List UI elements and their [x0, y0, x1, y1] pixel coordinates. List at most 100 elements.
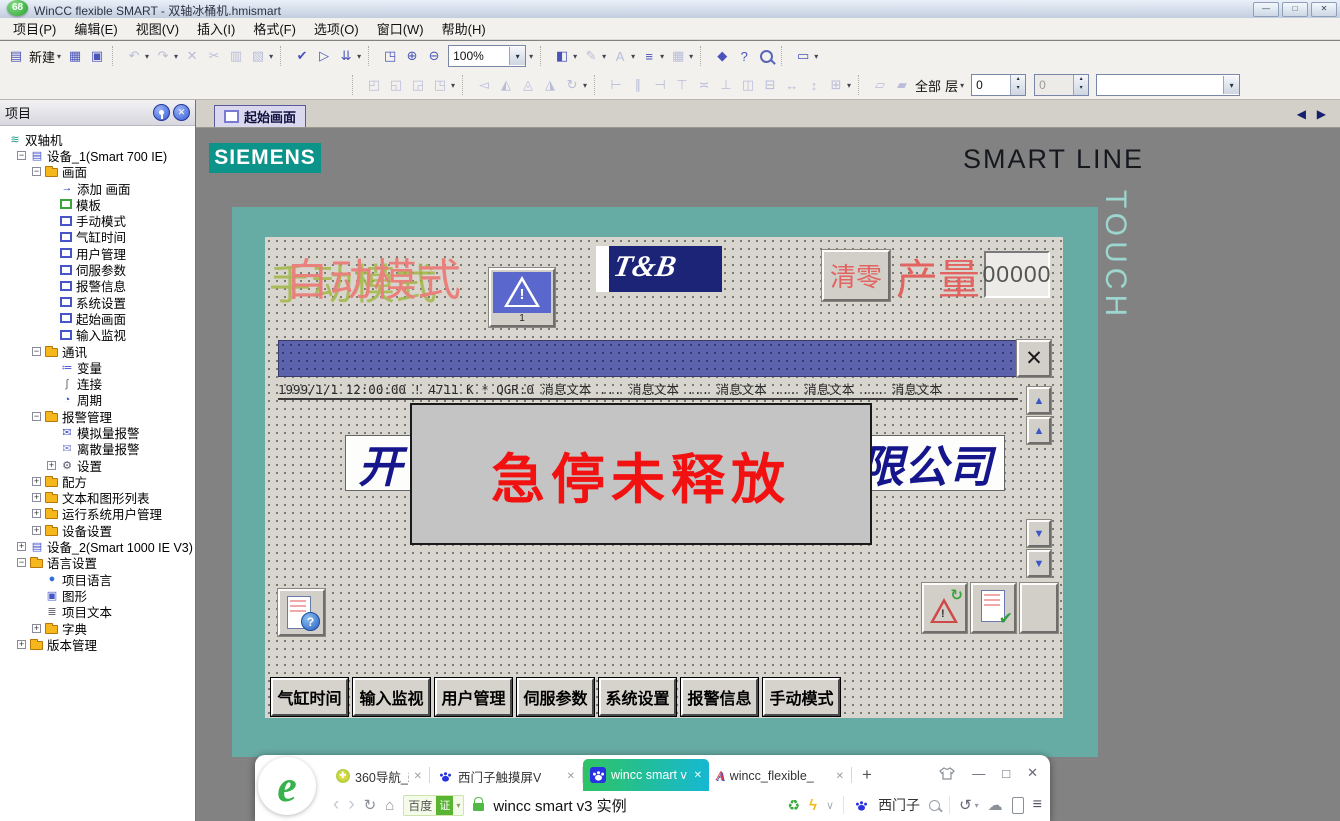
paste-dropdown-icon[interactable]: ▾ [269, 52, 273, 61]
screen-nav-button-2[interactable]: 用户管理 [435, 678, 512, 716]
flip-vertical-icon[interactable]: ◭ [496, 75, 516, 95]
refresh-icon[interactable]: ↻ [364, 796, 377, 814]
border-style-icon[interactable]: ▦ [668, 46, 688, 66]
collapse-icon[interactable]: − [32, 347, 41, 356]
move-layer-down-icon[interactable]: ▰ [892, 75, 912, 95]
screen-nav-button-4[interactable]: 系统设置 [599, 678, 676, 716]
rotate-right-icon[interactable]: ◮ [540, 75, 560, 95]
tree-item[interactable]: 系统设置 [0, 294, 195, 310]
alarm-edit-button[interactable] [1020, 583, 1058, 633]
zoom-level-combobox[interactable]: 100%▾ [448, 45, 526, 67]
flip-horizontal-icon[interactable]: ◅ [474, 75, 494, 95]
tree-item[interactable]: +▤设备_2(Smart 1000 IE V3) [0, 538, 195, 554]
align-middle-icon[interactable]: ≍ [694, 75, 714, 95]
tree-item[interactable]: +字典 [0, 620, 195, 636]
copy-icon[interactable]: ▥ [226, 46, 246, 66]
tree-item[interactable]: ∫连接 [0, 375, 195, 391]
font-color-icon[interactable]: A [610, 46, 630, 66]
alarm-acknowledge-button[interactable] [922, 583, 967, 633]
browser-menu-icon[interactable]: ≡ [1033, 796, 1042, 814]
help-book-icon[interactable]: ◆ [712, 46, 732, 66]
menu-item-0[interactable]: 项目(P) [4, 17, 65, 40]
browser-close-button[interactable]: ✕ [1027, 765, 1038, 781]
alarm-indicator-button[interactable]: 1 [489, 268, 555, 327]
speed-mode-icon[interactable]: ♻ [787, 797, 800, 814]
history-undo-icon[interactable]: ↺ [959, 796, 972, 814]
minimize-button[interactable]: — [1253, 2, 1279, 17]
screen-nav-button-6[interactable]: 手动模式 [763, 678, 840, 716]
tab-close-icon[interactable]: ✕ [414, 771, 422, 782]
align-center-horizontal-icon[interactable]: ∥ [628, 75, 648, 95]
search-magnifier-icon[interactable] [929, 800, 940, 811]
tab-close-icon[interactable]: ✕ [567, 771, 575, 782]
url-text[interactable]: wincc smart v3 实例 [493, 795, 626, 816]
browser-minimize-button[interactable]: — [972, 766, 985, 781]
tree-item[interactable]: −报警管理 [0, 408, 195, 424]
mobile-icon[interactable] [1012, 797, 1024, 814]
align-dropdown-icon[interactable]: ▾ [847, 81, 851, 90]
cut-icon[interactable]: ✂ [204, 46, 224, 66]
back-button[interactable]: ‹ [333, 795, 339, 815]
send-backward-icon[interactable]: ◳ [430, 75, 450, 95]
forward-button[interactable]: › [348, 795, 354, 815]
tree-item[interactable]: 用户管理 [0, 245, 195, 261]
expand-icon[interactable]: + [32, 493, 41, 502]
tree-item[interactable]: 手动模式 [0, 212, 195, 228]
browser-360-logo[interactable]: e [258, 757, 316, 815]
site-verify-badge[interactable]: 百度 证 ▾ [403, 795, 464, 816]
tree-item[interactable]: 输入监视 [0, 327, 195, 343]
window-layout-icon[interactable]: ▭ [793, 46, 813, 66]
alarm-help-button[interactable] [278, 589, 325, 636]
window-layout-dropdown-icon[interactable]: ▾ [814, 52, 818, 61]
undo-dropdown-icon[interactable]: ▾ [145, 52, 149, 61]
skin-icon[interactable] [939, 767, 955, 780]
undo-dropdown-icon[interactable]: ▾ [975, 801, 979, 810]
alarm-scroll-bottom-button[interactable]: ▼ [1027, 550, 1051, 577]
expand-icon[interactable]: + [32, 624, 41, 633]
search-input[interactable]: 西门子 [878, 795, 920, 815]
screen-nav-button-1[interactable]: 输入监视 [353, 678, 430, 716]
undo-icon[interactable]: ↶ [124, 46, 144, 66]
tree-item[interactable]: →添加 画面 [0, 180, 195, 196]
tree-item[interactable]: 气缸时间 [0, 229, 195, 245]
help-index-icon[interactable]: ? [734, 46, 754, 66]
align-top-icon[interactable]: ⊤ [672, 75, 692, 95]
tab-scroll-left-button[interactable]: ◀ [1297, 107, 1306, 121]
tree-item[interactable]: ✉离散量报警 [0, 441, 195, 457]
redo-dropdown-icon[interactable]: ▾ [174, 52, 178, 61]
zoom-area-icon[interactable]: ◳ [380, 46, 400, 66]
tree-item[interactable]: +⚙设置 [0, 457, 195, 473]
tree-item[interactable]: −画面 [0, 164, 195, 180]
expand-icon[interactable]: + [17, 640, 26, 649]
menu-item-2[interactable]: 视图(V) [127, 17, 188, 40]
screen-nav-button-3[interactable]: 伺服参数 [517, 678, 594, 716]
menu-item-6[interactable]: 窗口(W) [368, 17, 433, 40]
baidu-search-icon[interactable] [853, 797, 869, 813]
expand-icon[interactable]: + [32, 526, 41, 535]
new-project-dropdown-icon[interactable]: ▾ [57, 52, 61, 61]
transfer-dropdown-icon[interactable]: ▾ [357, 52, 361, 61]
tree-item[interactable]: −▤设备_1(Smart 700 IE) [0, 147, 195, 163]
fill-color-icon[interactable]: ◧ [552, 46, 572, 66]
paste-icon[interactable]: ▧ [248, 46, 268, 66]
delete-icon[interactable]: ✕ [182, 46, 202, 66]
panel-close-button[interactable]: ✕ [173, 104, 190, 121]
new-tab-button[interactable]: + [862, 765, 872, 785]
expand-icon[interactable]: ∨ [826, 799, 834, 812]
new-project-icon[interactable]: ▤ [6, 46, 26, 66]
tree-item[interactable]: 模板 [0, 196, 195, 212]
tree-item[interactable]: 伺服参数 [0, 261, 195, 277]
collapse-icon[interactable]: − [32, 167, 41, 176]
alarm-scroll-down-button[interactable]: ▼ [1027, 520, 1051, 547]
close-button[interactable]: ✕ [1311, 2, 1337, 17]
line-style-dropdown-icon[interactable]: ▾ [660, 52, 664, 61]
spinner-arrows-icon[interactable] [1010, 75, 1025, 95]
move-layer-up-icon[interactable]: ▱ [870, 75, 890, 95]
dropdown-arrow-icon[interactable]: ▾ [509, 47, 525, 65]
tree-item[interactable]: ◔周期 [0, 392, 195, 408]
tab-scroll-right-button[interactable]: ▶ [1317, 107, 1326, 121]
expand-icon[interactable]: + [32, 477, 41, 486]
open-project-icon[interactable]: ▦ [65, 46, 85, 66]
layer-number-2-spinner[interactable]: 0 [1034, 74, 1089, 96]
tree-item[interactable]: +版本管理 [0, 636, 195, 652]
